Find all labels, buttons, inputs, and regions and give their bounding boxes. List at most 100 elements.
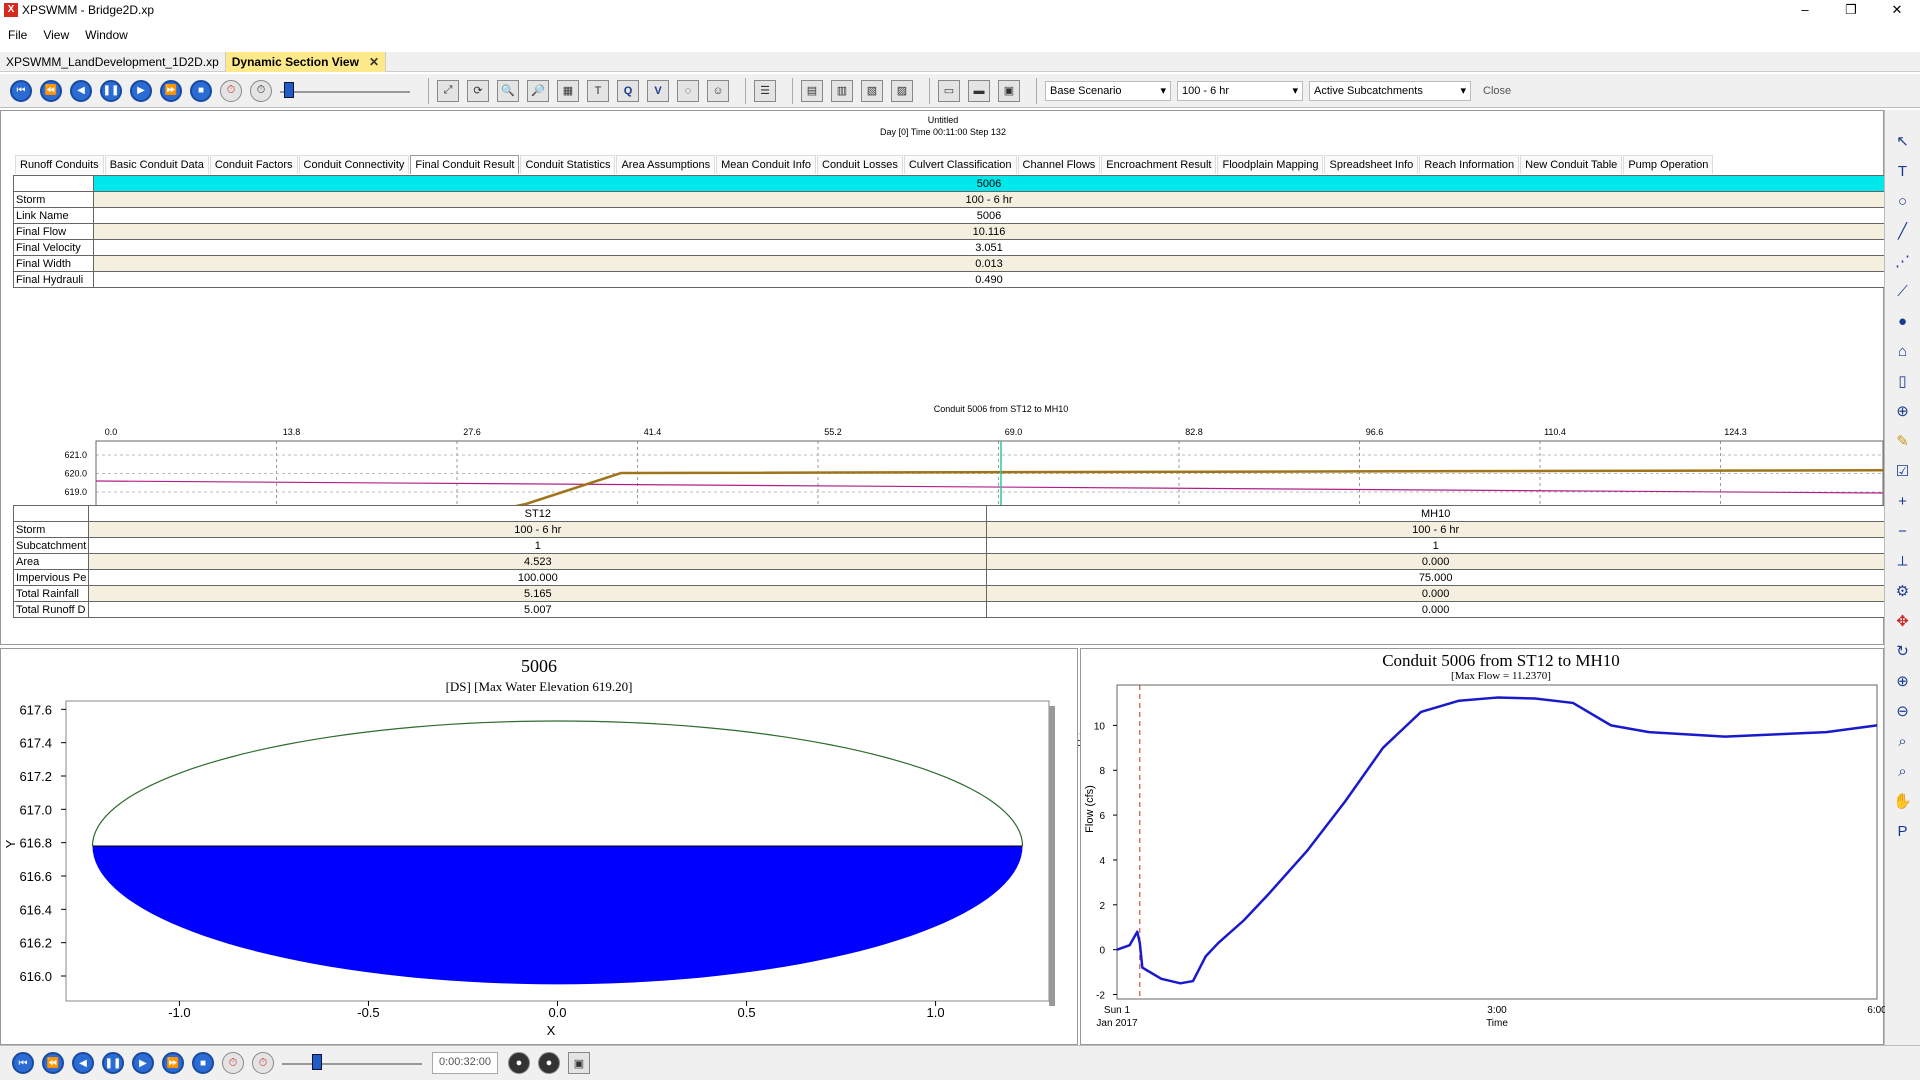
record-alt-icon[interactable]: ● xyxy=(538,1052,560,1074)
play-icon[interactable]: ▶ xyxy=(132,1052,154,1074)
grid-icon[interactable]: ▦ xyxy=(557,79,579,102)
pause-icon[interactable]: ❚❚ xyxy=(100,79,122,102)
minimize-button[interactable]: – xyxy=(1782,0,1828,20)
rotate-icon[interactable]: ↻ xyxy=(1892,640,1914,662)
result-tab-channel-flows[interactable]: Channel Flows xyxy=(1017,155,1101,174)
zoom-previous-icon[interactable]: ⌕ xyxy=(1892,760,1914,782)
time-slider[interactable] xyxy=(280,80,410,102)
result-tab-runoff-conduits[interactable]: Runoff Conduits xyxy=(15,155,104,174)
query-icon[interactable]: Q xyxy=(617,79,639,102)
result-tab-encroachment-result[interactable]: Encroachment Result xyxy=(1101,155,1217,174)
dashed-line-icon[interactable]: ⋰ xyxy=(1892,250,1914,272)
result-tab-culvert-classification[interactable]: Culvert Classification xyxy=(903,155,1017,174)
multi-line-icon[interactable]: ⟋ xyxy=(1892,280,1914,302)
result-tab-area-assumptions[interactable]: Area Assumptions xyxy=(616,155,716,174)
target-icon[interactable]: ⊕ xyxy=(1892,400,1914,422)
text-tool-icon[interactable]: T xyxy=(1892,160,1914,182)
close-window-button[interactable]: ✕ xyxy=(1874,0,1920,20)
result-tab-conduit-losses[interactable]: Conduit Losses xyxy=(817,155,903,174)
step-forward-icon[interactable]: ⏩ xyxy=(160,79,182,102)
profile-icon[interactable]: ☺ xyxy=(707,79,729,102)
remove-icon[interactable]: − xyxy=(1892,520,1914,542)
close-tab-icon[interactable]: ✕ xyxy=(369,55,379,69)
refresh-icon[interactable]: ⟳ xyxy=(467,79,489,102)
plan-view-icon[interactable]: ▬ xyxy=(968,79,990,102)
zoom-in-icon[interactable]: ⊕ xyxy=(1892,670,1914,692)
play-icon[interactable]: ▶ xyxy=(130,79,152,102)
menu-window[interactable]: Window xyxy=(85,28,128,42)
chart-icon[interactable]: ☑ xyxy=(1892,460,1914,482)
line-tool-icon[interactable]: ╱ xyxy=(1892,220,1914,242)
result-tab-conduit-connectivity[interactable]: Conduit Connectivity xyxy=(298,155,410,174)
result-tab-conduit-factors[interactable]: Conduit Factors xyxy=(209,155,298,174)
camera-icon[interactable]: ▣ xyxy=(568,1052,590,1074)
playback-slider[interactable] xyxy=(282,1052,422,1074)
step-back-icon[interactable]: ⏪ xyxy=(40,79,62,102)
table-row: Final Velocity 3.051 xyxy=(13,239,1885,256)
zoom-window-icon[interactable]: ⌕ xyxy=(1892,730,1914,752)
verify-icon[interactable]: V xyxy=(647,79,669,102)
zoom-out-icon[interactable]: 🔎 xyxy=(527,79,549,102)
subcatchments-select[interactable]: Active Subcatchments ▾ xyxy=(1309,80,1471,101)
close-button[interactable]: Close xyxy=(1483,85,1511,97)
step-forward-icon[interactable]: ⏩ xyxy=(162,1052,184,1074)
timer-reset-icon[interactable]: ⏱ xyxy=(222,1052,244,1074)
section-view-icon[interactable]: ▭ xyxy=(938,79,960,102)
result-tab-conduit-statistics[interactable]: Conduit Statistics xyxy=(520,155,616,174)
shape-icon[interactable]: ⌂ xyxy=(1892,340,1914,362)
lasso-icon[interactable]: ◌ xyxy=(677,79,699,102)
text-icon[interactable]: T xyxy=(587,79,609,102)
print-icon[interactable]: ▨ xyxy=(891,79,913,102)
doc-tab-dynamic-section[interactable]: Dynamic Section View ✕ xyxy=(225,52,386,72)
toolbar-separator xyxy=(792,77,793,104)
zoom-in-icon[interactable]: 🔍 xyxy=(497,79,519,102)
zoom-extents-icon[interactable]: ⤢ xyxy=(437,79,459,102)
rewind-icon[interactable]: ⏮ xyxy=(12,1052,34,1074)
storm-value: 100 - 6 hr xyxy=(1182,84,1230,97)
result-tab-floodplain-mapping[interactable]: Floodplain Mapping xyxy=(1217,155,1324,174)
ruler-icon[interactable]: ✎ xyxy=(1892,430,1914,452)
zoom-out-icon[interactable]: ⊖ xyxy=(1892,700,1914,722)
stop-icon[interactable]: ■ xyxy=(190,79,212,102)
pause-icon[interactable]: ❚❚ xyxy=(102,1052,124,1074)
report-icon[interactable]: ▥ xyxy=(831,79,853,102)
stop-icon[interactable]: ■ xyxy=(192,1052,214,1074)
list-icon[interactable]: ☰ xyxy=(754,79,776,102)
pan-hand-icon[interactable]: ✋ xyxy=(1892,790,1914,812)
result-tab-final-conduit-result[interactable]: Final Conduit Result xyxy=(410,155,520,174)
result-tab-pump-operation[interactable]: Pump Operation xyxy=(1623,155,1714,174)
measure-icon[interactable]: ⟂ xyxy=(1892,550,1914,572)
result-tab-reach-information[interactable]: Reach Information xyxy=(1419,155,1520,174)
play-back-icon[interactable]: ◀ xyxy=(72,1052,94,1074)
record-icon[interactable]: ● xyxy=(1892,310,1914,332)
menu-view[interactable]: View xyxy=(43,28,69,42)
result-tab-basic-conduit-data[interactable]: Basic Conduit Data xyxy=(104,155,209,174)
add-icon[interactable]: + xyxy=(1892,490,1914,512)
result-tab-mean-conduit-info[interactable]: Mean Conduit Info xyxy=(716,155,816,174)
result-tab-new-conduit-table[interactable]: New Conduit Table xyxy=(1520,155,1623,174)
rewind-icon[interactable]: ⏮ xyxy=(10,79,32,102)
row-label: Link Name xyxy=(13,207,94,224)
restore-button[interactable]: ❐ xyxy=(1828,0,1874,20)
storm-select[interactable]: 100 - 6 hr ▾ xyxy=(1177,80,1303,101)
export-icon[interactable]: ▧ xyxy=(861,79,883,102)
pointer-icon[interactable]: ↖ xyxy=(1892,130,1914,152)
timer-icon[interactable]: ⏱ xyxy=(250,79,272,102)
scenario-select[interactable]: Base Scenario ▾ xyxy=(1045,80,1171,101)
play-back-icon[interactable]: ◀ xyxy=(70,79,92,102)
row-value: 100 - 6 hr xyxy=(986,521,1885,538)
record-icon[interactable]: ● xyxy=(508,1052,530,1074)
doc-tab-land-development[interactable]: XPSWMM_LandDevelopment_1D2D.xp xyxy=(0,52,226,72)
step-back-icon[interactable]: ⏪ xyxy=(42,1052,64,1074)
table-icon[interactable]: ▤ xyxy=(801,79,823,102)
image-icon[interactable]: ▣ xyxy=(998,79,1020,102)
move-icon[interactable]: ✥ xyxy=(1892,610,1914,632)
circle-tool-icon[interactable]: ○ xyxy=(1892,190,1914,212)
menu-file[interactable]: File xyxy=(8,28,27,42)
timer-icon[interactable]: ⏱ xyxy=(252,1052,274,1074)
properties-icon[interactable]: P xyxy=(1892,820,1914,842)
timer-reset-icon[interactable]: ⏱ xyxy=(220,79,242,102)
result-tab-spreadsheet-info[interactable]: Spreadsheet Info xyxy=(1324,155,1419,174)
document-icon[interactable]: ▯ xyxy=(1892,370,1914,392)
node-icon[interactable]: ⚙ xyxy=(1892,580,1914,602)
